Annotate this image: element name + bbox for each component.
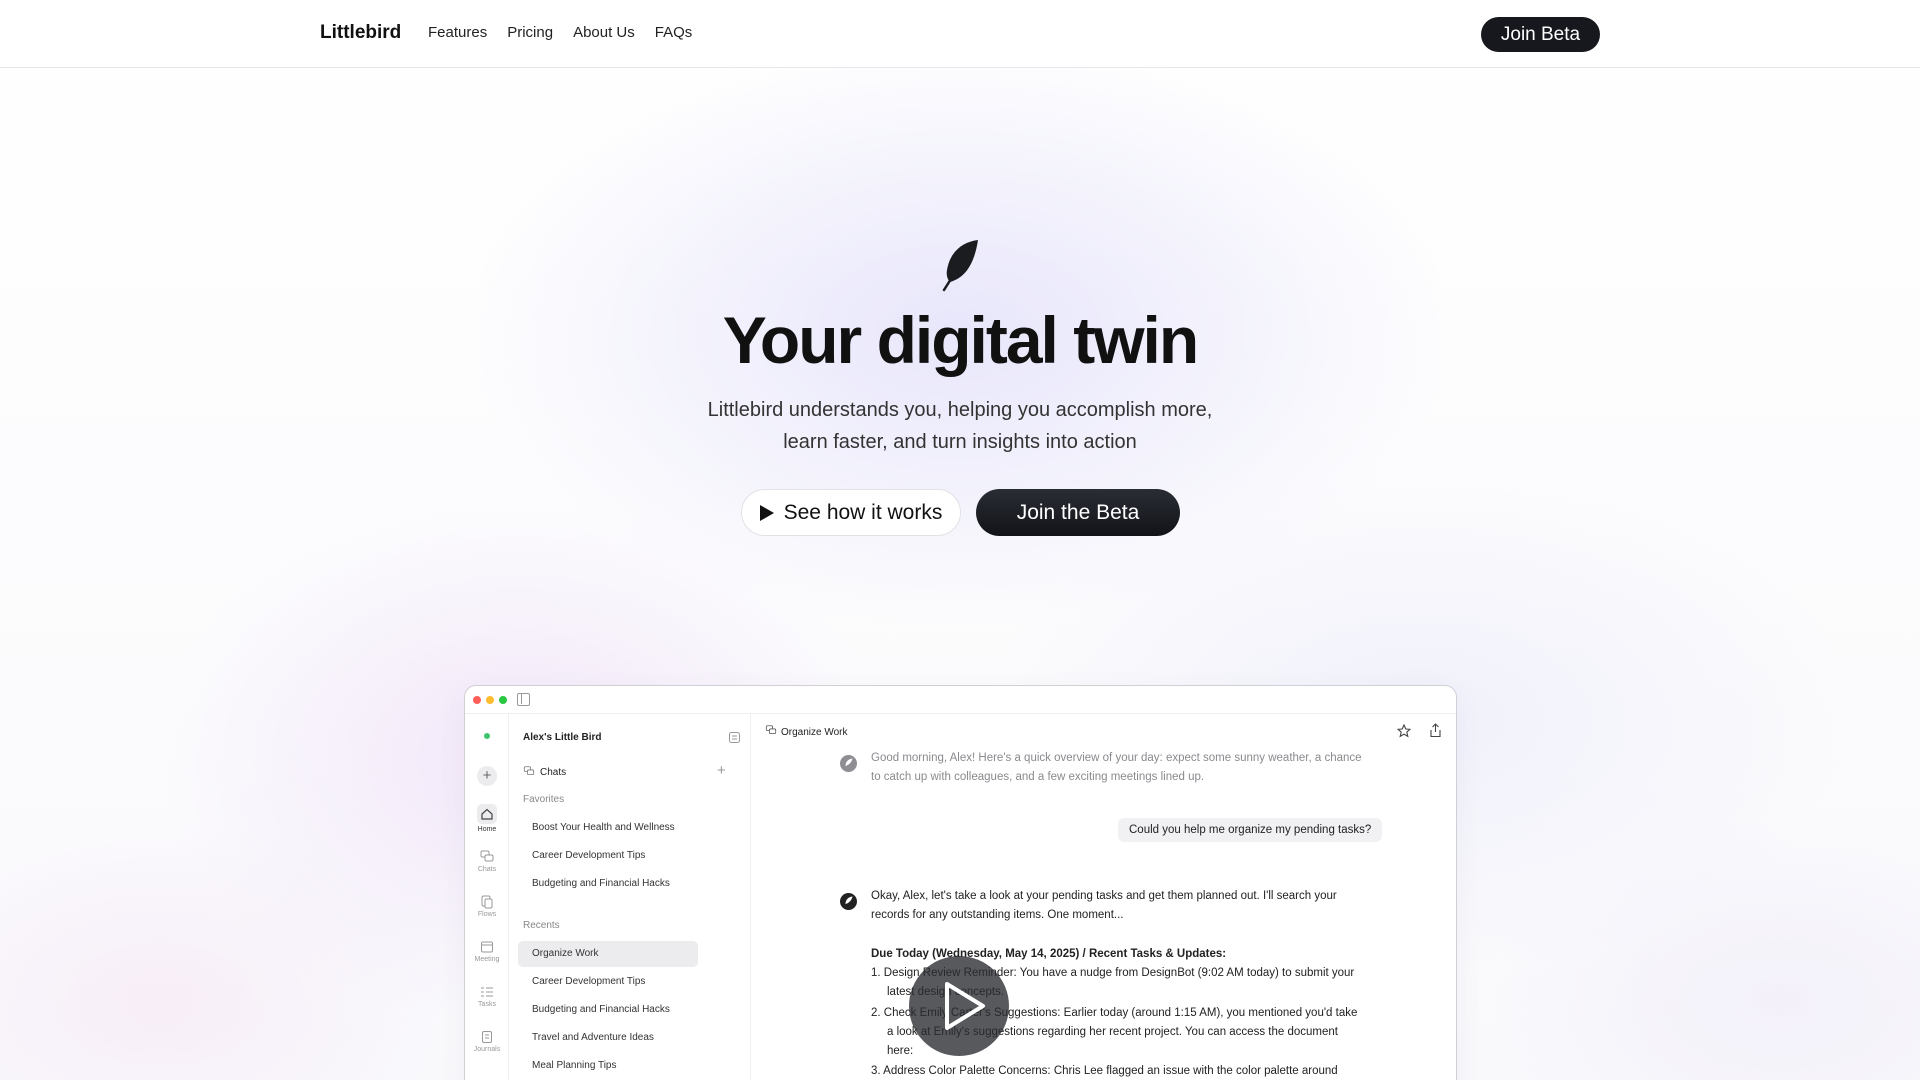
user-message-bubble: Could you help me organize my pending ta… (1118, 818, 1383, 842)
favorite-item[interactable]: Boost Your Health and Wellness (532, 822, 675, 833)
status-dot (484, 733, 490, 739)
calendar-icon (481, 941, 493, 953)
nav-link-pricing[interactable]: Pricing (507, 24, 553, 41)
recents-label: Recents (523, 920, 560, 931)
task-item-2-cont: here: (887, 1045, 914, 1057)
see-how-it-works-button[interactable]: See how it works (741, 489, 961, 536)
new-item-icon[interactable]: + (477, 766, 497, 786)
hero-title: Your digital twin (722, 303, 1199, 377)
greeting-line-2: to catch up with colleagues, and a few e… (871, 771, 1205, 783)
sidebar-toggle-icon[interactable] (517, 693, 530, 706)
join-the-beta-button[interactable]: Join the Beta (976, 489, 1180, 536)
see-how-label: See how it works (783, 500, 943, 524)
nav-links: Features Pricing About Us FAQs (428, 24, 692, 41)
journal-icon (482, 1031, 492, 1043)
nav-link-about[interactable]: About Us (573, 24, 635, 41)
play-outline-icon (945, 982, 985, 1030)
close-dot[interactable] (473, 696, 481, 704)
workspace-title: Alex's Little Bird (523, 732, 602, 743)
recent-item-active[interactable]: Organize Work (532, 948, 599, 959)
reply-line-2: records for any outstanding items. One m… (871, 909, 1124, 921)
rail-journals[interactable]: Journals (465, 1030, 509, 1053)
rail-flows[interactable]: Flows (465, 895, 509, 918)
rail-flows-label: Flows (477, 911, 497, 918)
recent-item[interactable]: Travel and Adventure Ideas (532, 1032, 654, 1043)
rail-meeting[interactable]: Meeting (465, 940, 509, 963)
share-icon[interactable] (1429, 723, 1442, 738)
chat-panel: Organize Work Good morning, Alex! Here's… (751, 714, 1456, 1080)
rail-tasks[interactable]: Tasks (465, 985, 509, 1008)
video-play-button[interactable] (909, 956, 1009, 1056)
minimize-dot[interactable] (486, 696, 494, 704)
chat-title: Organize Work (781, 727, 848, 738)
rail-tasks-label: Tasks (478, 1001, 496, 1008)
tasks-icon (481, 987, 493, 997)
favorite-item[interactable]: Career Development Tips (532, 850, 645, 861)
star-icon[interactable] (1397, 724, 1411, 738)
maximize-dot[interactable] (499, 696, 507, 704)
flows-icon (481, 895, 493, 909)
top-navbar: Littlebird Features Pricing About Us FAQ… (0, 0, 1920, 68)
chat-bubbles-icon (480, 850, 494, 862)
recent-item[interactable]: Budgeting and Financial Hacks (532, 1004, 670, 1015)
feather-icon (942, 240, 978, 292)
rail-home-label: Home (477, 826, 497, 833)
hero-subtitle-line-2: learn faster, and turn insights into act… (783, 431, 1137, 453)
reply-line-1: Okay, Alex, let's take a look at your pe… (871, 890, 1337, 902)
nav-link-faqs[interactable]: FAQs (655, 24, 693, 41)
home-icon (477, 804, 497, 824)
rail-chats-label: Chats (477, 866, 497, 873)
chats-icon (523, 766, 535, 776)
add-chat-icon[interactable]: + (717, 762, 726, 779)
rail-home[interactable]: Home (465, 804, 509, 833)
chats-section-label[interactable]: Chats (540, 767, 566, 778)
rail-meeting-label: Meeting (474, 956, 500, 963)
chat-title-icon (765, 725, 777, 735)
greeting-line-1: Good morning, Alex! Here's a quick overv… (871, 752, 1362, 764)
assistant-avatar-icon (840, 893, 857, 910)
favorites-label: Favorites (523, 794, 565, 805)
task-item-3: 3. Address Color Palette Concerns: Chris… (871, 1065, 1338, 1077)
recent-item[interactable]: Career Development Tips (532, 976, 645, 987)
assistant-avatar-icon (840, 755, 857, 772)
reply-heading: Due Today (Wednesday, May 14, 2025) / Re… (871, 948, 1227, 960)
brand-logo[interactable]: Littlebird (320, 22, 401, 44)
recent-item[interactable]: Meal Planning Tips (532, 1060, 617, 1071)
app-rail: + Home Chats Flows Meeting Tasks Journal… (465, 714, 509, 1080)
rail-journals-label: Journals (473, 1046, 501, 1053)
join-beta-button[interactable]: Join Beta (1481, 17, 1600, 52)
window-titlebar (465, 686, 1456, 714)
favorite-item[interactable]: Budgeting and Financial Hacks (532, 878, 670, 889)
play-icon (759, 504, 774, 521)
sidebar-panel: Alex's Little Bird Chats + Favorites Boo… (509, 714, 751, 1080)
panel-icon[interactable] (729, 732, 740, 743)
hero-subtitle-line-1: Littlebird understands you, helping you … (707, 399, 1213, 421)
hero-subtitle: Littlebird understands you, helping you … (660, 394, 1260, 458)
nav-link-features[interactable]: Features (428, 24, 487, 41)
rail-chats[interactable]: Chats (465, 850, 509, 873)
